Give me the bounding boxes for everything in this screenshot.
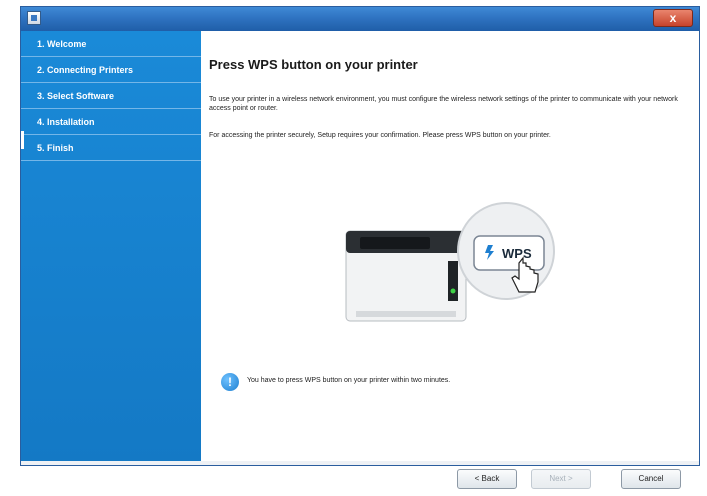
- title-bar: x: [21, 7, 699, 31]
- current-step-marker: [21, 131, 24, 149]
- back-button[interactable]: < Back: [457, 469, 517, 489]
- wps-label: WPS: [502, 246, 532, 261]
- page-title: Press WPS button on your printer: [209, 57, 418, 72]
- sidebar-item-select-software: 3. Select Software: [21, 83, 201, 109]
- installer-window: x 1. Welcome 2. Connecting Printers 3. S…: [20, 6, 700, 489]
- steps-sidebar: 1. Welcome 2. Connecting Printers 3. Sel…: [21, 31, 201, 461]
- info-icon: !: [221, 373, 239, 391]
- app-icon: [27, 11, 41, 25]
- instruction-text: To use your printer in a wireless networ…: [209, 96, 678, 112]
- close-icon: x: [669, 11, 677, 25]
- printer-icon: [345, 230, 467, 322]
- sidebar-item-connecting-printers: 2. Connecting Printers: [21, 57, 201, 83]
- next-button[interactable]: Next >: [531, 469, 591, 489]
- info-message: You have to press WPS button on your pri…: [247, 377, 451, 384]
- printer-illustration: WPS: [345, 202, 555, 322]
- cancel-button[interactable]: Cancel: [621, 469, 681, 489]
- close-button[interactable]: x: [653, 9, 693, 27]
- confirmation-text: For accessing the printer securely, Setu…: [209, 132, 551, 139]
- sidebar-item-welcome: 1. Welcome: [21, 31, 201, 57]
- sidebar-item-installation: 4. Installation: [21, 109, 201, 135]
- main-content: Press WPS button on your printer To use …: [201, 31, 699, 461]
- button-bar: < Back Next > Cancel: [21, 461, 699, 489]
- sidebar-item-finish: 5. Finish: [21, 135, 201, 161]
